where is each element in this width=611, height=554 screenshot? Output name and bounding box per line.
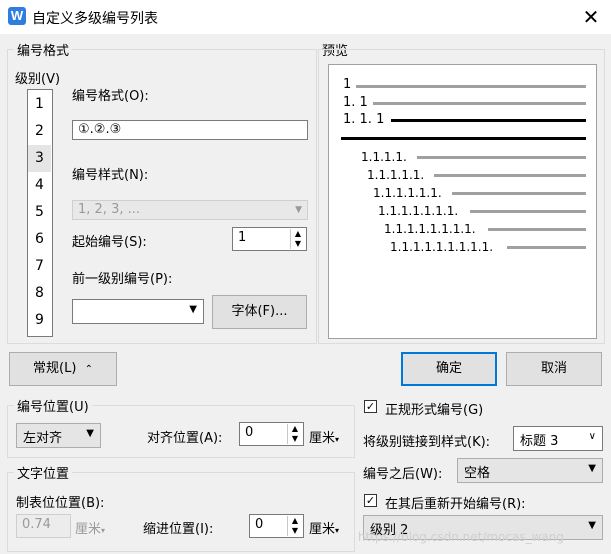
cancel-button[interactable]: 取消: [506, 352, 602, 386]
chevron-down-icon: ▾: [101, 526, 106, 535]
preview-level-2-text: 1. 1: [343, 95, 368, 110]
chevron-down-icon: ∨: [588, 431, 596, 442]
restart-numbering-checkbox[interactable]: ✓: [364, 494, 377, 507]
spin-up-icon[interactable]: ▲: [287, 424, 302, 434]
follow-number-value: 空格: [464, 466, 491, 481]
preview-level-6-line: [452, 192, 586, 195]
level-item-8[interactable]: 8: [28, 280, 51, 307]
general-button-label: 常规(L): [33, 361, 77, 376]
preview-level-4-text: 1.1.1.1.: [361, 150, 407, 164]
preview-level-3-text: 1. 1. 1: [343, 112, 385, 127]
prev-level-label: 前一级别编号(P):: [72, 272, 173, 287]
general-button[interactable]: 常规(L) ⌃: [9, 352, 117, 386]
preview-level-3-line: [391, 119, 586, 122]
style-select-value: 1, 2, 3, ...: [78, 202, 141, 217]
wps-logo-icon: W: [8, 7, 26, 25]
preview-level-8-text: 1.1.1.1.1.1.1.1.: [384, 222, 476, 236]
chevron-down-icon: ▼: [189, 304, 197, 315]
preview-level-4-line: [417, 156, 586, 159]
follow-number-select[interactable]: 空格 ▼: [457, 458, 603, 483]
text-position-group: [7, 472, 355, 552]
text-position-legend: 文字位置: [14, 463, 73, 482]
format-label: 编号格式(O):: [72, 89, 149, 104]
watermark-text: https://blog.csdn.net/mocas_wang: [358, 530, 564, 544]
level-item-3[interactable]: 3: [28, 145, 51, 172]
align-position-spinner[interactable]: 0 ▲ ▼: [239, 422, 304, 446]
style-select[interactable]: 1, 2, 3, ... ▼: [72, 200, 308, 220]
collapse-arrow-icon: ⌃: [84, 364, 93, 375]
preview-level-7-text: 1.1.1.1.1.1.1.: [378, 204, 459, 218]
start-number-value: 1: [238, 230, 247, 245]
format-input[interactable]: ①.②.③: [72, 120, 308, 140]
chevron-down-icon: ▾: [335, 435, 340, 444]
alignment-select[interactable]: 左对齐 ▼: [16, 423, 101, 448]
preview-level-7-line: [470, 210, 586, 213]
indent-unit-select[interactable]: 厘米▾: [309, 518, 339, 537]
preview-level-2-line: [373, 102, 586, 105]
level-item-6[interactable]: 6: [28, 226, 51, 253]
level-item-4[interactable]: 4: [28, 172, 51, 199]
level-listbox[interactable]: 1 2 3 4 5 6 7 8 9: [27, 89, 53, 337]
start-label: 起始编号(S):: [72, 235, 147, 250]
spin-down-icon[interactable]: ▼: [287, 526, 302, 536]
font-button[interactable]: 字体(F)...: [212, 295, 307, 329]
align-unit-value: 厘米: [309, 431, 336, 446]
spin-down-icon[interactable]: ▼: [290, 239, 305, 249]
spin-up-icon[interactable]: ▲: [287, 516, 302, 526]
tab-position-label: 制表位位置(B):: [16, 496, 105, 511]
level-item-2[interactable]: 2: [28, 118, 51, 145]
chevron-down-icon: ▼: [588, 463, 596, 474]
preview-level-1-text: 1: [343, 77, 352, 92]
chevron-down-icon: ▼: [295, 205, 302, 215]
preview-pane: 1 1. 1 1. 1. 1 1.1.1.1. 1.1.1.1.1. 1.1.1…: [328, 64, 597, 339]
follow-number-label: 编号之后(W):: [363, 467, 443, 482]
spin-down-icon[interactable]: ▼: [287, 434, 302, 444]
preview-level-5-line: [434, 174, 586, 177]
link-style-label: 将级别链接到样式(K):: [363, 435, 491, 450]
align-unit-select[interactable]: 厘米▾: [309, 427, 339, 446]
align-position-label: 对齐位置(A):: [147, 431, 223, 446]
indent-spinner[interactable]: 0 ▲ ▼: [249, 514, 304, 538]
chevron-down-icon: ▼: [588, 520, 596, 531]
preview-separator-line: [341, 137, 586, 140]
indent-unit-value: 厘米: [309, 522, 336, 537]
preview-level-9-text: 1.1.1.1.1.1.1.1.1.: [390, 240, 494, 254]
link-style-select[interactable]: 标题 3 ∨: [513, 426, 603, 451]
chevron-down-icon: ▼: [86, 428, 94, 439]
restart-numbering-label: 在其后重新开始编号(R):: [385, 497, 526, 512]
tab-position-value: 0.74: [22, 517, 51, 532]
tab-unit-select[interactable]: 厘米▾: [75, 518, 105, 537]
preview-level-8-line: [488, 228, 586, 231]
close-icon[interactable]: ✕: [578, 4, 604, 30]
level-item-7[interactable]: 7: [28, 253, 51, 280]
legal-numbering-label: 正规形式编号(G): [385, 403, 484, 418]
preview-level-9-line: [507, 246, 586, 249]
level-item-1[interactable]: 1: [28, 91, 51, 118]
level-label: 级别(V): [15, 72, 61, 87]
link-style-value: 标题 3: [520, 434, 559, 449]
window-title: 自定义多级编号列表: [32, 11, 158, 27]
align-position-value: 0: [245, 425, 254, 440]
style-label: 编号样式(N):: [72, 168, 149, 183]
start-number-spinner[interactable]: 1 ▲ ▼: [232, 227, 307, 251]
number-format-legend: 编号格式: [14, 40, 73, 59]
level-item-5[interactable]: 5: [28, 199, 51, 226]
ok-button[interactable]: 确定: [401, 352, 497, 386]
tab-position-spinner[interactable]: 0.74: [16, 514, 71, 538]
prev-level-select[interactable]: ▼: [72, 299, 204, 324]
indent-value: 0: [255, 517, 264, 532]
tab-unit-value: 厘米: [75, 522, 102, 537]
chevron-down-icon: ▾: [335, 526, 340, 535]
level-item-9[interactable]: 9: [28, 307, 51, 334]
number-position-legend: 编号位置(U): [14, 396, 92, 415]
spin-up-icon[interactable]: ▲: [290, 229, 305, 239]
legal-numbering-checkbox[interactable]: ✓: [364, 400, 377, 413]
preview-level-5-text: 1.1.1.1.1.: [367, 168, 425, 182]
alignment-value: 左对齐: [23, 431, 63, 446]
preview-level-6-text: 1.1.1.1.1.1.: [373, 186, 442, 200]
indent-label: 缩进位置(I):: [143, 522, 214, 537]
preview-level-1-line: [356, 85, 586, 88]
